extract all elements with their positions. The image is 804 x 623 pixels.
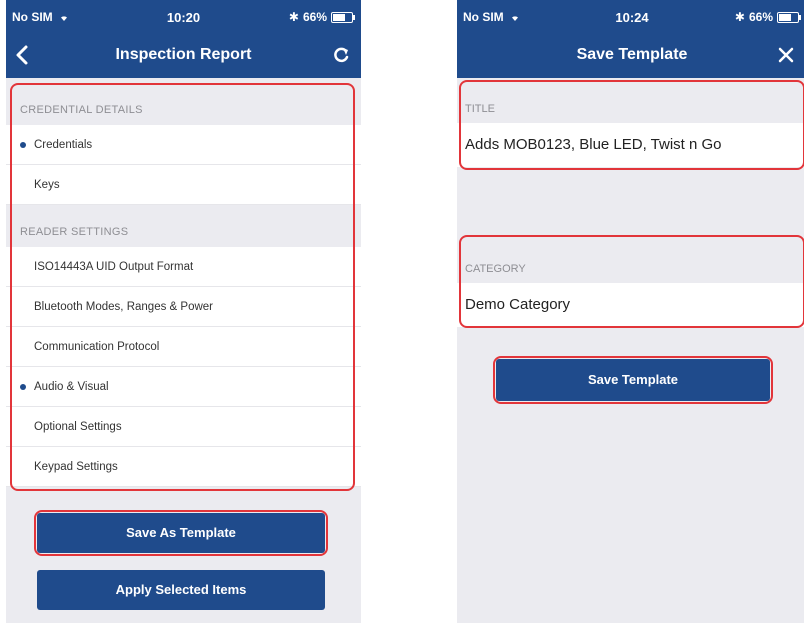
list-item-keys[interactable]: Keys <box>6 165 361 205</box>
list-item-label: Credentials <box>34 139 93 151</box>
category-label: CATEGORY <box>465 263 526 275</box>
section-header: CREDENTIAL DETAILS <box>20 104 143 116</box>
list-item-communication-protocol[interactable]: Communication Protocol <box>6 327 361 367</box>
save-as-template-highlight <box>34 510 328 556</box>
inspection-report-screen: No SIM 10:20 ✱ 66% Inspection Report CRE… <box>6 0 361 623</box>
list-item-uid-output-format[interactable]: ISO14443A UID Output Format <box>6 247 361 287</box>
page-title: Save Template <box>576 46 688 63</box>
nav-bar: No SIM 10:20 ✱ 66% Inspection Report <box>6 0 361 78</box>
status-right: ✱ 66% <box>288 10 355 24</box>
list-item-label: Keys <box>34 179 60 191</box>
list-item-label: Optional Settings <box>34 421 122 433</box>
list-item-optional-settings[interactable]: Optional Settings <box>6 407 361 447</box>
list-item-label: Audio & Visual <box>34 381 109 393</box>
bluetooth-icon: ✱ <box>734 10 745 24</box>
battery-icon <box>777 11 801 23</box>
category-field-group: CATEGORY Demo Category <box>457 255 804 327</box>
apply-selected-items-button[interactable]: Apply Selected Items <box>37 570 325 610</box>
nav-bar: No SIM 10:24 ✱ 66% Save Template <box>457 0 804 78</box>
title-label: TITLE <box>465 103 495 115</box>
selected-dot-icon <box>20 384 26 390</box>
list-item-label: Keypad Settings <box>34 461 118 473</box>
list-item-bluetooth-modes[interactable]: Bluetooth Modes, Ranges & Power <box>6 287 361 327</box>
title-input[interactable]: Adds MOB0123, Blue LED, Twist n Go <box>457 123 804 167</box>
list-item-label: Bluetooth Modes, Ranges & Power <box>34 301 213 313</box>
title-field-group: TITLE Adds MOB0123, Blue LED, Twist n Go <box>457 95 804 167</box>
close-icon[interactable] <box>773 44 799 66</box>
status-bar: No SIM 10:20 ✱ 66% <box>6 0 361 32</box>
list-item-label: Communication Protocol <box>34 341 160 353</box>
save-template-highlight <box>493 356 773 404</box>
list-item-label: ISO14443A UID Output Format <box>34 261 194 273</box>
list-item-audio-visual[interactable]: Audio & Visual <box>6 367 361 407</box>
battery-icon <box>331 11 355 23</box>
category-input[interactable]: Demo Category <box>457 283 804 327</box>
status-right: ✱ 66% <box>734 10 801 24</box>
battery-percent: 66% <box>302 10 327 24</box>
page-title: Inspection Report <box>115 46 252 63</box>
save-template-screen: No SIM 10:24 ✱ 66% Save Template TITLE A… <box>457 0 804 623</box>
reader-settings-section: READER SETTINGS ISO14443A UID Output For… <box>6 217 361 487</box>
section-header: READER SETTINGS <box>20 226 129 238</box>
battery-percent: 66% <box>748 10 773 24</box>
credential-details-section: CREDENTIAL DETAILS Credentials Keys <box>6 95 361 205</box>
list-item-keypad-settings[interactable]: Keypad Settings <box>6 447 361 487</box>
list-item-credentials[interactable]: Credentials <box>6 125 361 165</box>
refresh-icon[interactable] <box>329 44 355 66</box>
selected-dot-icon <box>20 142 26 148</box>
bluetooth-icon: ✱ <box>288 10 299 24</box>
status-bar: No SIM 10:24 ✱ 66% <box>457 0 804 32</box>
